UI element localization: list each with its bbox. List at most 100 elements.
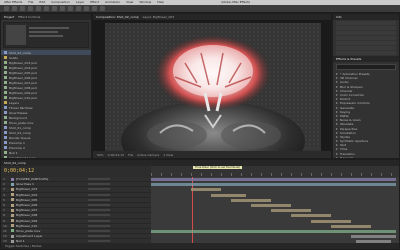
label-color-swatch[interactable] — [11, 213, 14, 217]
ruler-tick — [171, 173, 172, 176]
disclosure-triangle-icon[interactable] — [336, 127, 338, 130]
layer-duration-bar[interactable] — [151, 183, 396, 187]
layer-name: Bigflower_005 — [16, 197, 38, 202]
disclosure-triangle-icon[interactable] — [336, 140, 338, 143]
layer-switches[interactable] — [88, 214, 110, 217]
label-color-swatch[interactable] — [11, 219, 14, 223]
footage-icon — [4, 121, 7, 124]
info-line — [336, 46, 396, 50]
camera-tool-icon[interactable] — [36, 6, 41, 11]
disclosure-triangle-icon[interactable] — [336, 123, 338, 126]
disclosure-triangle-icon[interactable] — [336, 131, 338, 134]
rotate-tool-icon[interactable] — [28, 6, 33, 11]
ruler-tick — [151, 173, 152, 176]
disclosure-triangle-icon[interactable] — [336, 94, 338, 97]
composition-frame[interactable] — [105, 23, 321, 158]
label-color-swatch[interactable] — [11, 208, 14, 212]
layer-duration-bar[interactable] — [191, 188, 221, 192]
label-color-swatch[interactable] — [11, 182, 14, 186]
zoom-tool-icon[interactable] — [20, 6, 25, 11]
ruler-tick — [301, 173, 302, 176]
label-color-swatch[interactable] — [11, 187, 14, 191]
disclosure-triangle-icon[interactable] — [336, 106, 338, 109]
disclosure-triangle-icon[interactable] — [336, 73, 338, 76]
tab-composition[interactable]: Composition: Shot_02_comp — [96, 14, 139, 20]
layer-switches[interactable] — [88, 198, 110, 201]
text-tool-icon[interactable] — [68, 6, 73, 11]
footage-icon — [4, 116, 7, 119]
disclosure-triangle-icon[interactable] — [336, 81, 338, 84]
label-color-swatch[interactable] — [11, 229, 14, 233]
mask-tool-icon[interactable] — [52, 6, 57, 11]
layer-duration-bar[interactable] — [251, 204, 291, 207]
layer-number: 1 — [3, 177, 5, 182]
tab-info[interactable]: Info — [336, 14, 342, 20]
current-timecode[interactable]: 0;00;04;12 — [4, 168, 34, 174]
layer-duration-bar[interactable] — [291, 214, 331, 218]
disclosure-triangle-icon[interactable] — [336, 114, 338, 117]
disclosure-triangle-icon[interactable] — [336, 148, 338, 151]
viewer-timecode[interactable]: 0;00;04;12 — [108, 153, 124, 157]
disclosure-triangle-icon[interactable] — [336, 77, 338, 80]
resolution-select[interactable]: Full — [128, 153, 133, 157]
tab-effect-controls[interactable]: Effect Controls — [18, 14, 40, 20]
layer-switches[interactable] — [88, 224, 110, 227]
project-item-label: Bigflower_005.psd — [9, 70, 37, 75]
layer-switches[interactable] — [88, 188, 110, 191]
layer-tracks[interactable] — [151, 177, 399, 249]
view-layout-select[interactable]: 1 View — [163, 153, 173, 157]
disclosure-triangle-icon[interactable] — [336, 102, 338, 105]
tab-project[interactable]: Project — [4, 14, 14, 20]
project-item-label: Bigflower_009.psd — [9, 90, 37, 95]
layer-duration-bar[interactable] — [331, 224, 371, 228]
effects-search-input[interactable] — [336, 64, 396, 70]
layer-duration-bar[interactable] — [151, 230, 396, 233]
pan-behind-tool-icon[interactable] — [44, 6, 49, 11]
disclosure-triangle-icon[interactable] — [336, 119, 338, 122]
disclosure-triangle-icon[interactable] — [336, 89, 338, 92]
zoom-level[interactable]: 50% — [97, 153, 104, 157]
tab-effects-presets[interactable]: Effects & Presets — [336, 56, 361, 62]
layer-duration-bar[interactable] — [351, 235, 396, 239]
label-color-swatch[interactable] — [11, 224, 14, 228]
label-color-swatch[interactable] — [11, 203, 14, 207]
disclosure-triangle-icon[interactable] — [336, 98, 338, 101]
ruler-tick — [291, 173, 292, 176]
footage-icon — [4, 91, 7, 94]
time-ruler[interactable]: Time Ruler (Click to set thumbnail) — [151, 166, 399, 177]
label-color-swatch[interactable] — [11, 198, 14, 202]
layer-name: Bigflower_006 — [16, 203, 38, 208]
puppet-tool-icon[interactable] — [100, 6, 105, 11]
selection-tool-icon[interactable] — [4, 6, 9, 11]
layer-duration-bar[interactable] — [271, 209, 311, 213]
layer-switches[interactable] — [88, 229, 110, 232]
current-time-indicator[interactable] — [192, 177, 193, 243]
pen-tool-icon[interactable] — [60, 6, 65, 11]
disclosure-triangle-icon[interactable] — [336, 135, 338, 138]
layer-switches[interactable] — [88, 209, 110, 212]
layer-duration-bar[interactable] — [151, 178, 396, 181]
layer-duration-bar[interactable] — [211, 193, 246, 197]
layer-switches[interactable] — [88, 178, 110, 181]
label-color-swatch[interactable] — [11, 234, 14, 238]
layer-switches[interactable] — [88, 204, 110, 207]
layer-duration-bar[interactable] — [311, 219, 351, 223]
camera-select[interactable]: Active Camera — [137, 153, 159, 157]
layer-switches[interactable] — [88, 193, 110, 196]
layer-duration-bar[interactable] — [231, 198, 271, 202]
eraser-tool-icon[interactable] — [92, 6, 97, 11]
layer-switches[interactable] — [88, 219, 110, 222]
disclosure-triangle-icon[interactable] — [336, 110, 338, 113]
layer-switches[interactable] — [88, 235, 110, 238]
hand-tool-icon[interactable] — [12, 6, 17, 11]
label-color-swatch[interactable] — [11, 193, 14, 197]
brush-tool-icon[interactable] — [76, 6, 81, 11]
disclosure-triangle-icon[interactable] — [336, 144, 338, 147]
layer-switches[interactable] — [88, 183, 110, 186]
disclosure-triangle-icon[interactable] — [336, 152, 338, 155]
tab-layer[interactable]: Layer: Bigflower_003 — [143, 14, 175, 20]
toggle-switches-modes[interactable]: Toggle Switches / Modes — [5, 244, 42, 248]
clone-tool-icon[interactable] — [84, 6, 89, 11]
disclosure-triangle-icon[interactable] — [336, 85, 338, 88]
label-color-swatch[interactable] — [11, 177, 14, 181]
